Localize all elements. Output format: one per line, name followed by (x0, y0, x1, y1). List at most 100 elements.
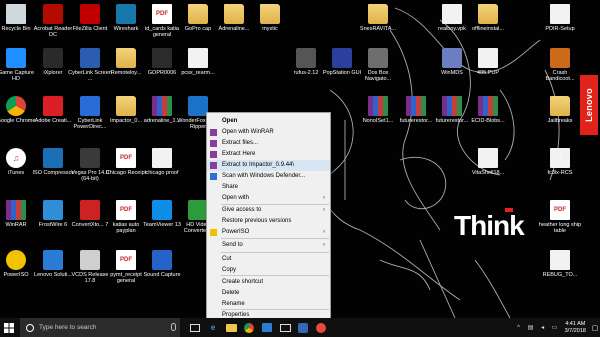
context-menu-item[interactable]: Open with › (207, 193, 330, 204)
desktop-icon[interactable]: Dos Box Navigato... (360, 48, 396, 82)
desktop-icon[interactable]: PDF pymt_receipt general (108, 250, 144, 284)
desktop-icon[interactable]: Adobe Creati... (35, 96, 71, 124)
file-icon (152, 148, 172, 168)
store-icon[interactable] (260, 321, 274, 335)
desktop-icon[interactable]: Acrobat Reader DC (34, 4, 72, 38)
desktop-icon[interactable]: Wireshark (108, 4, 144, 32)
desktop-icon[interactable]: Jailbreaks (542, 96, 578, 124)
context-menu-item[interactable]: Extract Here (207, 149, 330, 160)
mail-icon[interactable] (278, 321, 292, 335)
media-taskbar-icon[interactable] (314, 321, 328, 335)
poweriso-icon (210, 229, 217, 236)
desktop-icon[interactable]: Adrenaline... (216, 4, 252, 32)
context-menu-item[interactable]: Scan with Windows Defender... (207, 171, 330, 182)
desktop-icon[interactable]: adrenaline_1... (144, 96, 180, 124)
desktop-icon[interactable]: Game Capture HD (0, 48, 34, 82)
context-menu-item[interactable]: Create shortcut (207, 277, 330, 288)
context-menu-item[interactable]: Delete (207, 288, 330, 299)
taskbar-search-box[interactable]: Type here to search (20, 318, 180, 337)
desktop-icon[interactable]: Lenovo Soluti... (34, 250, 72, 278)
desktop-icon[interactable]: GoPro cap (180, 4, 216, 32)
desktop-icon[interactable]: 405.PUP (470, 48, 506, 76)
chrome-taskbar-icon[interactable] (242, 321, 256, 335)
volume-icon[interactable]: ◂ (539, 324, 547, 332)
menu-separator (221, 238, 329, 239)
desktop-icon[interactable]: PowerISO (0, 250, 34, 278)
show-hidden-icons-icon[interactable]: ^ (515, 324, 523, 332)
desktop-icon[interactable]: Vegas Pro 14.0 (64-bit) (71, 148, 109, 182)
desktop-icon[interactable]: Sound Capture (144, 250, 181, 278)
context-menu-item[interactable]: Give access to › (207, 205, 330, 216)
file-explorer-icon[interactable] (224, 321, 238, 335)
desktop-icon[interactable]: Remoteloy... (108, 48, 144, 76)
context-menu-item[interactable]: Copy (207, 265, 330, 276)
desktop-icon[interactable]: futurerestor... (398, 96, 434, 124)
desktop-icon[interactable]: CyberLink Screen ... (68, 48, 112, 82)
desktop-icon[interactable]: ♫ iTunes (0, 148, 34, 176)
desktop-icon[interactable]: WinMDS (434, 48, 470, 76)
desktop-icon[interactable]: PopStation GUI (323, 48, 361, 76)
desktop-icon[interactable]: PDF Chicago Receipt (106, 148, 146, 176)
desktop-icon[interactable]: Impactor_0... (108, 96, 144, 124)
search-placeholder: Type here to search (39, 324, 97, 331)
desktop-icon[interactable]: Crash Bandicoot... (542, 48, 578, 82)
desktop-icon[interactable]: PDF katias auto payplan (108, 200, 144, 234)
wonderfox-icon (188, 96, 208, 116)
desktop-icon[interactable]: FrostWire 6 (35, 200, 71, 228)
desktop-icon[interactable]: WinRAR (0, 200, 34, 228)
edge-browser-icon[interactable]: e (206, 321, 220, 335)
desktop-icon[interactable]: offlineinstal... (470, 4, 506, 32)
context-menu-item[interactable]: Share (207, 182, 330, 193)
desktop-icon[interactable]: NonoISet1... (360, 96, 396, 124)
desktop-icon[interactable]: PDF heather long ship table (539, 200, 581, 234)
desktop-icon[interactable]: FileZilla Client (72, 4, 108, 32)
desktop-icon[interactable]: realboy.vpk (434, 4, 470, 32)
context-menu-item[interactable]: Extract to Impactor_0.9.44\ (207, 160, 330, 171)
desktop-icon[interactable]: TeamViewer 13 (143, 200, 181, 228)
desktop-icon[interactable]: futurerestor... (434, 96, 470, 124)
desktop-icon[interactable]: iXplorer (35, 48, 71, 76)
desktop-icon-label: Dos Box Navigato... (364, 70, 392, 82)
desktop-icon[interactable]: ISO Compressor (33, 148, 73, 176)
desktop-icon[interactable]: PDIR-Setup (542, 4, 578, 32)
start-button[interactable] (0, 318, 18, 337)
microphone-icon[interactable] (171, 323, 176, 331)
action-center-icon[interactable]: ▢ (590, 318, 600, 337)
chrome-icon (6, 96, 26, 116)
desktop-icon[interactable]: PDF id_cards katia general (144, 4, 180, 38)
filezilla-icon (80, 4, 100, 24)
context-menu-item[interactable]: PowerISO › (207, 227, 330, 238)
context-menu-item[interactable]: Send to › (207, 240, 330, 251)
battery-icon[interactable]: ▭ (551, 324, 559, 332)
desktop-icon[interactable]: chicago proof (144, 148, 180, 176)
desktop-icon[interactable]: REBUG_TO... (542, 250, 578, 278)
desktop-icon[interactable]: CyberLink PowerDirec... (72, 96, 108, 130)
desktop-icon[interactable]: SnesRAVITA... (360, 4, 396, 32)
menu-item-label: Open with WinRAR (222, 129, 274, 135)
desktop-icon[interactable]: Google Chrome (0, 96, 35, 124)
context-menu-item[interactable]: Properties (207, 310, 330, 318)
context-menu-item[interactable]: Rename (207, 299, 330, 310)
desktop-icon[interactable]: Recycle Bin (0, 4, 34, 32)
winrar-icon (210, 151, 217, 158)
desktop-icon[interactable]: VCDS Release 17.8 (72, 250, 109, 284)
context-menu-item[interactable]: Restore previous versions (207, 216, 330, 227)
winrar-archive-icon (406, 96, 426, 116)
context-menu-item[interactable]: Open (207, 116, 330, 127)
network-icon[interactable]: ▤ (527, 324, 535, 332)
context-menu-item[interactable]: Open with WinRAR (207, 127, 330, 138)
context-menu-item[interactable]: Extract files... (207, 138, 330, 149)
desktop-icon[interactable]: GOPR0006 (144, 48, 180, 76)
desktop-icon[interactable]: mystic (252, 4, 288, 32)
desktop-icon[interactable]: ConvertXto... 7 (72, 200, 108, 228)
desktop-icon[interactable]: ECID-Blobs... (470, 96, 506, 124)
desktop-icon[interactable]: ♪ fc3lx-RCS (542, 148, 578, 176)
desktop-icon[interactable]: VitaShell18... (470, 148, 506, 176)
desktop-icon-label: pcsx_rearm... (181, 70, 215, 76)
task-view-icon[interactable] (188, 321, 202, 335)
clock[interactable]: 4:41 AM 3/7/2018 (565, 321, 586, 335)
app-taskbar-icon[interactable] (296, 321, 310, 335)
context-menu-item[interactable]: Cut (207, 254, 330, 265)
desktop-icon[interactable]: pcsx_rearm... (180, 48, 216, 76)
desktop-icon[interactable]: rufus-2.12 (288, 48, 324, 76)
